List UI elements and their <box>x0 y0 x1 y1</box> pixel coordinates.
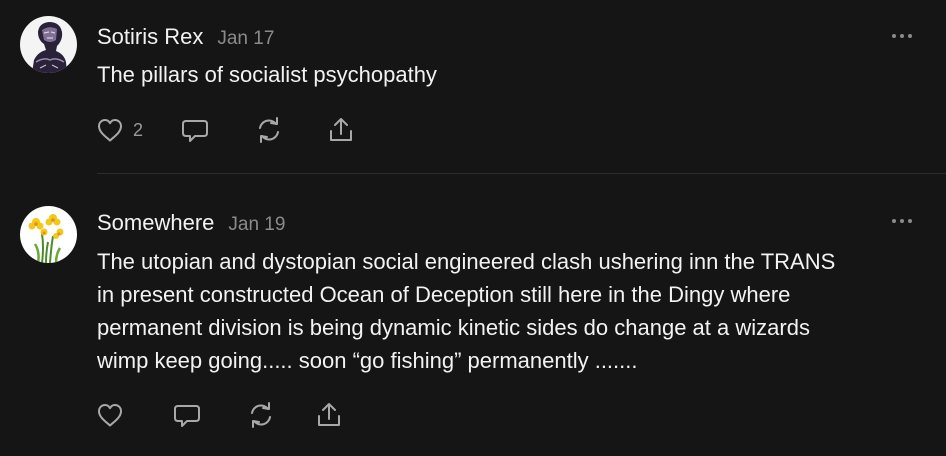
heart-icon <box>98 404 122 427</box>
share-button[interactable] <box>327 116 355 144</box>
comment-date[interactable]: Jan 19 <box>228 214 285 236</box>
action-bar <box>96 401 343 429</box>
reply-button[interactable] <box>181 116 209 144</box>
comment-line: in present constructed Ocean of Deceptio… <box>97 282 791 307</box>
restack-arrows-icon <box>259 117 280 143</box>
restack-button[interactable] <box>255 116 283 144</box>
like-count: 2 <box>133 119 144 140</box>
speech-bubble-icon <box>174 405 200 427</box>
comment-line: wimp keep going..... soon “go fishing” p… <box>97 348 638 373</box>
author-name[interactable]: Somewhere <box>97 210 214 236</box>
share-button[interactable] <box>315 401 343 429</box>
like-button[interactable]: 2 <box>96 117 143 143</box>
comment-divider <box>97 173 946 174</box>
comment-body: The pillars of socialist psychopathy <box>97 58 437 91</box>
comment-line: The utopian and dystopian social enginee… <box>97 249 836 274</box>
avatar[interactable] <box>20 16 77 73</box>
comment-header: Sotiris Rex Jan 17 <box>97 24 274 50</box>
comment-line: The pillars of socialist psychopathy <box>97 62 437 87</box>
share-upload-icon <box>318 403 340 426</box>
speech-bubble-icon <box>182 120 209 142</box>
comment-body: The utopian and dystopian social enginee… <box>97 245 835 377</box>
comment-header: Somewhere Jan 19 <box>97 210 285 236</box>
author-name[interactable]: Sotiris Rex <box>97 24 203 50</box>
restack-arrows-icon <box>251 402 271 428</box>
comment-date[interactable]: Jan 17 <box>217 28 274 50</box>
avatar[interactable] <box>20 206 77 263</box>
share-upload-icon <box>330 118 353 141</box>
like-button[interactable] <box>96 402 124 428</box>
comment-line: permanent division is being dynamic kine… <box>97 315 810 340</box>
more-dots-icon[interactable] <box>892 216 912 226</box>
more-dots-icon[interactable] <box>892 31 912 41</box>
action-bar: 2 <box>96 116 355 144</box>
heart-icon <box>98 119 122 142</box>
restack-button[interactable] <box>247 401 275 429</box>
reply-button[interactable] <box>173 401 201 429</box>
